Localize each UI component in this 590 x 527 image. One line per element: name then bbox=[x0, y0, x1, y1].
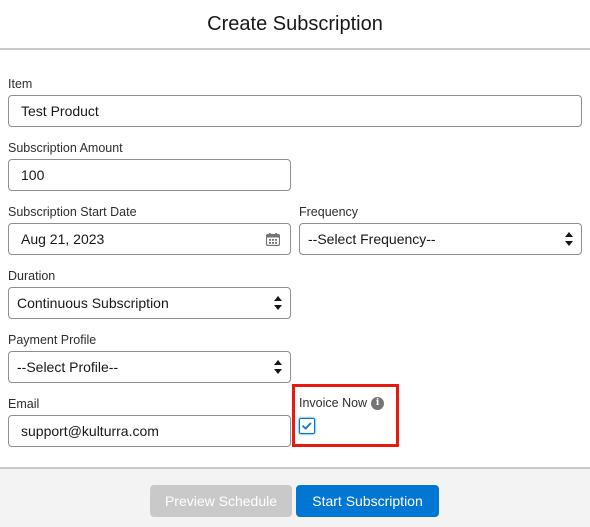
calendar-icon[interactable] bbox=[266, 233, 280, 246]
create-subscription-modal: Create Subscription Item Test Product Su… bbox=[0, 0, 590, 527]
frequency-value: --Select Frequency-- bbox=[308, 231, 436, 247]
amount-value: 100 bbox=[21, 167, 45, 183]
start-date-label: Subscription Start Date bbox=[8, 205, 137, 219]
frequency-select[interactable]: --Select Frequency-- bbox=[299, 223, 582, 255]
amount-input[interactable]: 100 bbox=[8, 159, 291, 191]
item-value: Test Product bbox=[21, 103, 99, 119]
duration-value: Continuous Subscription bbox=[17, 295, 169, 311]
item-label: Item bbox=[8, 77, 33, 91]
highlight-box bbox=[292, 384, 399, 447]
preview-schedule-button[interactable]: Preview Schedule bbox=[150, 485, 292, 517]
item-input[interactable]: Test Product bbox=[8, 95, 582, 127]
email-input[interactable]: support@kulturra.com bbox=[8, 415, 291, 447]
payment-profile-value: --Select Profile-- bbox=[17, 359, 119, 375]
select-arrows-icon bbox=[565, 232, 573, 246]
payment-profile-select[interactable]: --Select Profile-- bbox=[8, 351, 291, 383]
start-date-input[interactable]: Aug 21, 2023 bbox=[8, 223, 291, 255]
modal-footer: Preview Schedule Start Subscription bbox=[0, 467, 590, 527]
modal-title: Create Subscription bbox=[207, 12, 383, 35]
start-subscription-button[interactable]: Start Subscription bbox=[296, 485, 439, 517]
amount-label: Subscription Amount bbox=[8, 141, 123, 155]
duration-select[interactable]: Continuous Subscription bbox=[8, 287, 291, 319]
select-arrows-icon bbox=[274, 360, 282, 374]
modal-header: Create Subscription bbox=[0, 0, 590, 50]
payment-profile-label: Payment Profile bbox=[8, 333, 97, 347]
duration-label: Duration bbox=[8, 269, 56, 283]
select-arrows-icon bbox=[274, 296, 282, 310]
start-date-value: Aug 21, 2023 bbox=[21, 231, 105, 247]
email-label: Email bbox=[8, 397, 40, 411]
email-value: support@kulturra.com bbox=[21, 423, 159, 439]
frequency-label: Frequency bbox=[299, 205, 359, 219]
